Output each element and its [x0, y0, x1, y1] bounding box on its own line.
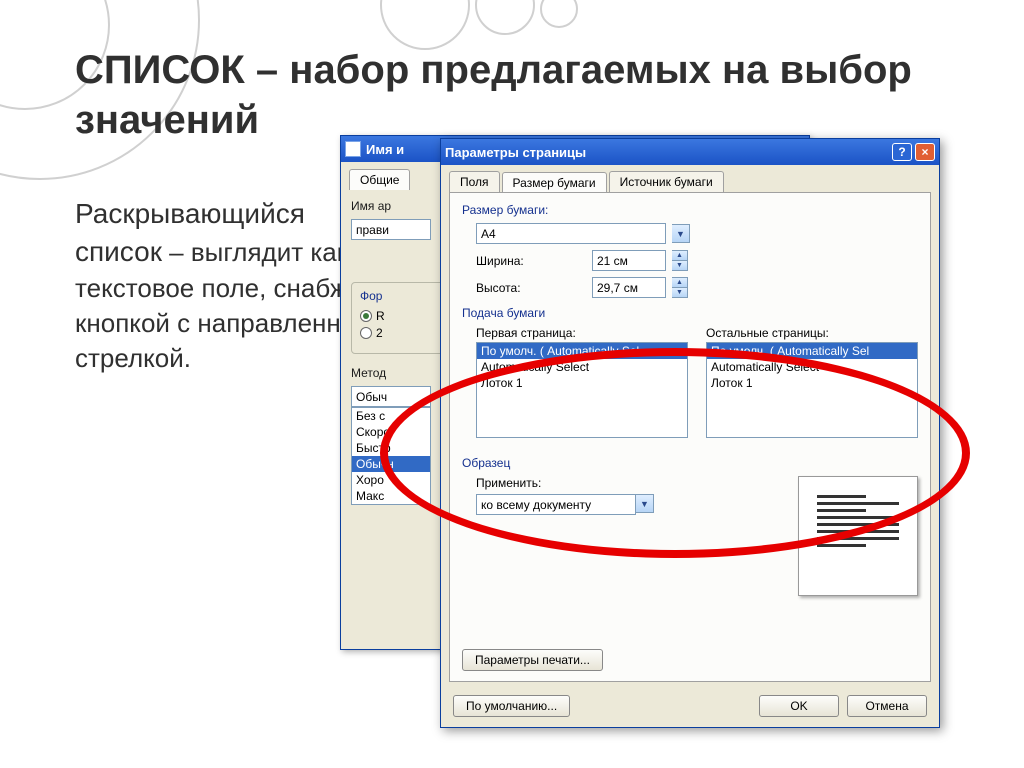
chevron-down-icon: ▼: [672, 261, 687, 270]
list-item[interactable]: Без с: [352, 408, 430, 424]
window-title: Имя и: [366, 142, 404, 157]
list-item[interactable]: Лоток 1: [477, 375, 687, 391]
tab-paper-source[interactable]: Источник бумаги: [609, 171, 724, 192]
page-setup-dialog: Параметры страницы ? × Поля Размер бумаг…: [440, 138, 940, 728]
tab-margins[interactable]: Поля: [449, 171, 500, 192]
paper-feed-group-label: Подача бумаги: [462, 306, 918, 320]
window-title: Параметры страницы: [445, 145, 586, 160]
chevron-up-icon: ▲: [672, 278, 687, 288]
list-item[interactable]: Automatically Select: [707, 359, 917, 375]
list-item[interactable]: Скоро: [352, 424, 430, 440]
page-preview: [798, 476, 918, 596]
help-button[interactable]: ?: [892, 143, 912, 161]
close-button[interactable]: ×: [915, 143, 935, 161]
list-item[interactable]: По умолч. ( Automatically Sel: [707, 343, 917, 359]
apply-label: Применить:: [476, 476, 654, 490]
slide-title: СПИСОК – набор предлагаемых на выбор зна…: [75, 45, 975, 145]
width-spinner[interactable]: ▲▼: [672, 250, 688, 271]
list-item[interactable]: По умолч. ( Automatically Sel: [477, 343, 687, 359]
other-pages-label: Остальные страницы:: [706, 326, 918, 340]
radio-dot-icon: [360, 310, 372, 322]
first-page-listbox[interactable]: По умолч. ( Automatically Sel Automatica…: [476, 342, 688, 438]
cancel-button[interactable]: Отмена: [847, 695, 927, 717]
paper-size-combo[interactable]: [476, 223, 666, 244]
width-label: Ширина:: [476, 254, 586, 268]
paper-size-group-label: Размер бумаги:: [462, 203, 548, 217]
radio-label: 2: [376, 326, 383, 340]
chevron-down-icon[interactable]: ▼: [636, 494, 654, 513]
tab-general[interactable]: Общие: [349, 169, 410, 190]
height-input[interactable]: [592, 277, 666, 298]
list-item[interactable]: Automatically Select: [477, 359, 687, 375]
lead-word: Раскрывающийся: [75, 198, 305, 229]
list-item[interactable]: Макс: [352, 488, 430, 504]
name-input[interactable]: [351, 219, 431, 240]
chevron-up-icon: ▲: [672, 251, 687, 261]
list-item[interactable]: Обычн: [352, 456, 430, 472]
first-page-label: Первая страница:: [476, 326, 688, 340]
height-label: Высота:: [476, 281, 586, 295]
default-button[interactable]: По умолчанию...: [453, 695, 570, 717]
list-item[interactable]: Лоток 1: [707, 375, 917, 391]
list-item[interactable]: Быстр: [352, 440, 430, 456]
apply-to-combo[interactable]: [476, 494, 636, 515]
radio-dot-icon: [360, 327, 372, 339]
method-combo[interactable]: [351, 386, 431, 407]
other-pages-listbox[interactable]: По умолч. ( Automatically Sel Automatica…: [706, 342, 918, 438]
height-spinner[interactable]: ▲▼: [672, 277, 688, 298]
titlebar[interactable]: Параметры страницы ? ×: [441, 139, 939, 165]
radio-label: R: [376, 309, 385, 323]
app-icon: [345, 141, 361, 157]
lead-word-2: список: [75, 236, 162, 267]
sample-group-label: Образец: [462, 456, 918, 470]
list-item[interactable]: Хоро: [352, 472, 430, 488]
name-label: Имя ар: [351, 199, 391, 213]
tab-paper-size[interactable]: Размер бумаги: [502, 172, 607, 193]
print-params-button[interactable]: Параметры печати...: [462, 649, 603, 671]
width-input[interactable]: [592, 250, 666, 271]
method-label: Метод: [351, 366, 386, 380]
chevron-down-icon[interactable]: ▼: [672, 224, 690, 243]
chevron-down-icon: ▼: [672, 288, 687, 297]
ok-button[interactable]: OK: [759, 695, 839, 717]
